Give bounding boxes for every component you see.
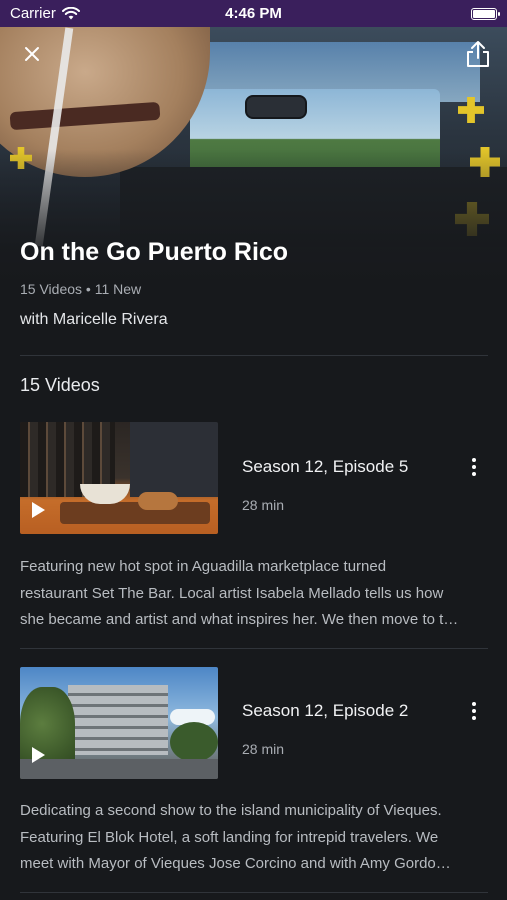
- play-icon: [32, 502, 45, 518]
- description-line: Dedicating a second show to the island m…: [20, 802, 442, 819]
- episode-description: Featuring new hot spot in Aguadilla mark…: [20, 554, 488, 634]
- episode-thumbnail[interactable]: [20, 667, 218, 779]
- share-button[interactable]: [462, 38, 494, 70]
- divider: [20, 892, 488, 893]
- divider: [20, 355, 488, 356]
- description-line: she became and artist and what inspires …: [20, 611, 459, 628]
- description-line: meet with Mayor of Vieques Jose Corcino …: [20, 855, 451, 872]
- divider: [20, 648, 488, 649]
- episode-duration: 28 min: [242, 497, 285, 513]
- show-meta: 15 Videos • 11 New: [20, 281, 142, 297]
- show-title: On the Go Puerto Rico: [20, 238, 289, 266]
- share-icon: [467, 41, 489, 67]
- section-title: 15 Videos: [20, 375, 100, 395]
- battery-icon: [471, 7, 500, 20]
- play-icon: [32, 747, 45, 763]
- more-dots-icon: [472, 458, 476, 462]
- status-bar: Carrier 4:46 PM: [0, 0, 507, 27]
- status-left: Carrier: [10, 5, 80, 22]
- close-button[interactable]: [18, 40, 46, 68]
- episode-description: Dedicating a second show to the island m…: [20, 798, 488, 878]
- more-options-button[interactable]: [466, 455, 482, 479]
- description-line: restaurant Set The Bar. Local artist Isa…: [20, 584, 444, 602]
- close-icon: [25, 47, 39, 61]
- episode-duration: 28 min: [242, 741, 285, 757]
- description-line: Featuring El Blok Hotel, a soft landing …: [20, 828, 439, 846]
- show-host: with Maricelle Rivera: [20, 311, 168, 328]
- wifi-icon: [61, 7, 80, 20]
- description-line: Featuring new hot spot in Aguadilla mark…: [20, 558, 387, 575]
- episode-thumbnail[interactable]: [20, 422, 218, 534]
- more-dots-icon: [472, 702, 476, 706]
- more-options-button[interactable]: [466, 699, 482, 723]
- episode-title[interactable]: Season 12, Episode 2: [242, 701, 408, 721]
- episode-title[interactable]: Season 12, Episode 5: [242, 457, 408, 477]
- carrier-label: Carrier: [10, 5, 56, 22]
